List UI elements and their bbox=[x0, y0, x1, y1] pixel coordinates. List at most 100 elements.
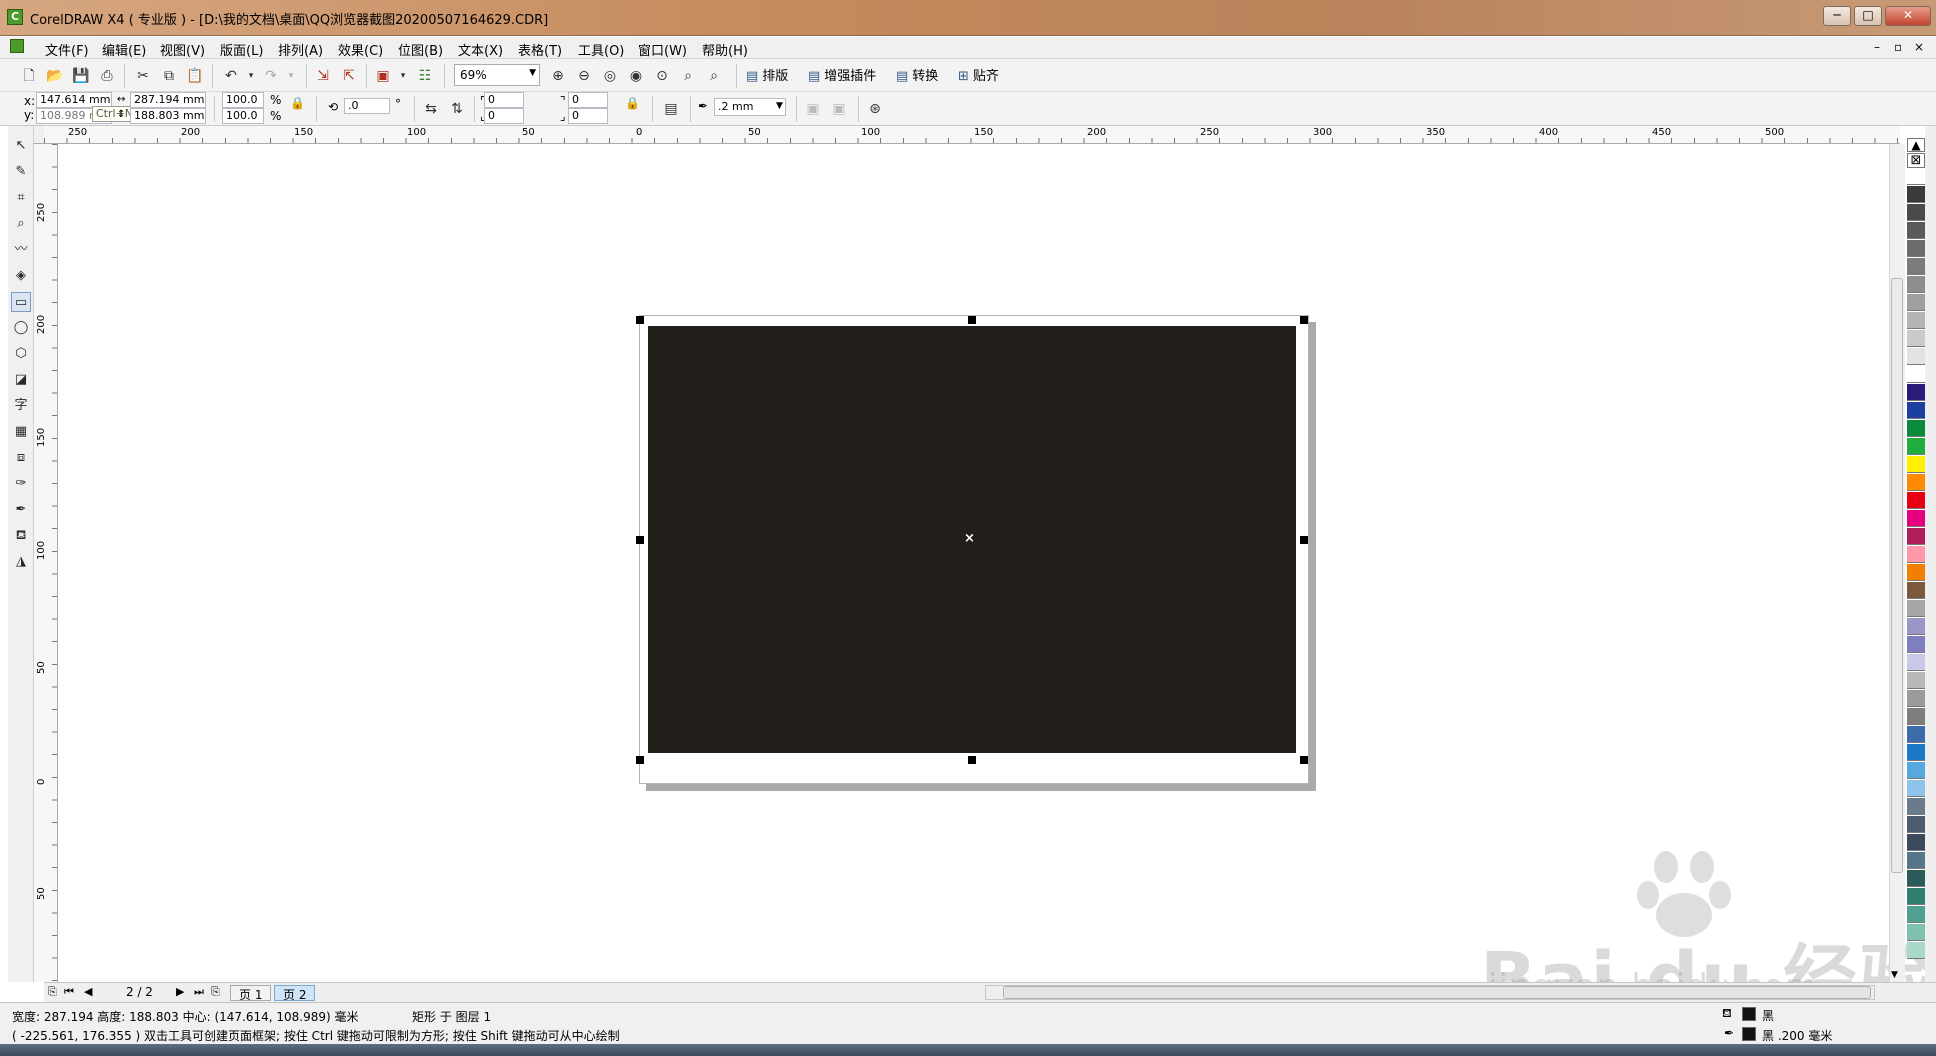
round-corners-lock-icon[interactable]: 🔒 bbox=[625, 96, 640, 110]
menu-tools[interactable]: 工具(O) bbox=[578, 40, 624, 59]
color-swatch[interactable] bbox=[1907, 600, 1925, 617]
color-swatch[interactable] bbox=[1907, 438, 1925, 455]
color-swatch[interactable] bbox=[1907, 420, 1925, 437]
color-swatch[interactable] bbox=[1907, 942, 1925, 959]
menu-file[interactable]: 文件(F) bbox=[45, 40, 89, 59]
selection-handle[interactable] bbox=[1300, 316, 1308, 324]
outline-color-chip[interactable] bbox=[1742, 1027, 1756, 1041]
coreldraw-app-icon[interactable]: C bbox=[7, 9, 23, 25]
prev-page-icon[interactable]: ◀ bbox=[84, 985, 92, 998]
color-swatch[interactable] bbox=[1907, 798, 1925, 815]
document-icon[interactable] bbox=[10, 39, 24, 53]
color-swatch[interactable] bbox=[1907, 762, 1925, 779]
color-swatch[interactable] bbox=[1907, 294, 1925, 311]
fill-color-chip[interactable] bbox=[1742, 1007, 1756, 1021]
menu-effects[interactable]: 效果(C) bbox=[338, 40, 383, 59]
selection-handle[interactable] bbox=[968, 756, 976, 764]
selection-handle[interactable] bbox=[636, 536, 644, 544]
height-field[interactable]: 188.803 mm bbox=[130, 108, 206, 124]
corner-bottom-right-field[interactable]: 0 bbox=[568, 108, 608, 124]
zoom-tool-icon[interactable]: ⌕ bbox=[11, 214, 31, 234]
rectangle-tool-icon[interactable]: ▭ bbox=[11, 292, 31, 312]
add-page-icon[interactable]: ⎘ bbox=[48, 985, 57, 999]
color-swatch[interactable] bbox=[1907, 474, 1925, 491]
add-page-after-icon[interactable]: ⎘ bbox=[211, 985, 220, 999]
selection-handle[interactable] bbox=[1300, 536, 1308, 544]
color-swatch[interactable] bbox=[1907, 366, 1925, 383]
color-swatch[interactable] bbox=[1907, 384, 1925, 401]
doc-restore-button[interactable]: ▫ bbox=[1894, 40, 1902, 54]
color-swatch[interactable] bbox=[1907, 906, 1925, 923]
selection-handle[interactable] bbox=[968, 316, 976, 324]
zoom-all-objects-icon[interactable]: ◉ bbox=[625, 65, 647, 87]
redo-dropdown-icon[interactable]: ▾ bbox=[280, 65, 302, 87]
color-swatch[interactable] bbox=[1907, 924, 1925, 941]
scale-height-field[interactable]: 100.0 bbox=[222, 108, 264, 124]
plugin-enhance-button[interactable]: ▤ 增强插件 bbox=[808, 65, 876, 84]
vertical-scroll-thumb[interactable] bbox=[1891, 278, 1903, 873]
selection-handle[interactable] bbox=[636, 316, 644, 324]
color-swatch[interactable] bbox=[1907, 618, 1925, 635]
color-swatch[interactable] bbox=[1907, 168, 1925, 185]
plugin-convert-button[interactable]: ▤ 转换 bbox=[896, 65, 938, 84]
color-swatch[interactable] bbox=[1907, 492, 1925, 509]
undo-dropdown-icon[interactable]: ▾ bbox=[240, 65, 262, 87]
undo-icon[interactable]: ↶ bbox=[220, 65, 242, 87]
table-tool-icon[interactable]: ▦ bbox=[11, 422, 31, 442]
lock-ratio-icon[interactable]: 🔒 bbox=[290, 96, 305, 110]
menu-help[interactable]: 帮助(H) bbox=[702, 40, 748, 59]
menu-layout[interactable]: 版面(L) bbox=[220, 40, 263, 59]
menu-text[interactable]: 文本(X) bbox=[458, 40, 503, 59]
zoom-in-icon[interactable]: ⊕ bbox=[547, 65, 569, 87]
crop-tool-icon[interactable]: ⌗ bbox=[11, 188, 31, 208]
export-icon[interactable]: ⇱ bbox=[338, 65, 360, 87]
mirror-horizontal-icon[interactable]: ⇆ bbox=[420, 98, 442, 120]
tab-page-1[interactable]: 页 1 bbox=[230, 985, 272, 1002]
color-swatch[interactable] bbox=[1907, 240, 1925, 257]
menu-view[interactable]: 视图(V) bbox=[160, 40, 205, 59]
zoom-page-icon[interactable]: ⊙ bbox=[651, 65, 673, 87]
new-icon[interactable]: 🗋 bbox=[18, 65, 40, 87]
color-swatch[interactable] bbox=[1907, 870, 1925, 887]
print-icon[interactable]: ⎙ bbox=[96, 65, 118, 87]
color-swatch[interactable] bbox=[1907, 726, 1925, 743]
color-swatch[interactable] bbox=[1907, 186, 1925, 203]
color-swatch[interactable] bbox=[1907, 708, 1925, 725]
ellipse-tool-icon[interactable]: ◯ bbox=[11, 318, 31, 338]
color-swatch[interactable] bbox=[1907, 276, 1925, 293]
color-swatch[interactable] bbox=[1907, 330, 1925, 347]
color-swatch[interactable] bbox=[1907, 582, 1925, 599]
color-swatch[interactable] bbox=[1907, 852, 1925, 869]
color-swatch[interactable] bbox=[1907, 816, 1925, 833]
tab-page-2[interactable]: 页 2 bbox=[274, 985, 316, 1002]
color-swatch[interactable] bbox=[1907, 312, 1925, 329]
width-field[interactable]: 287.194 mm bbox=[130, 92, 206, 108]
launcher-dropdown-icon[interactable]: ▾ bbox=[392, 65, 414, 87]
corner-top-right-field[interactable]: 0 bbox=[568, 92, 608, 108]
corner-bottom-left-field[interactable]: 0 bbox=[484, 108, 524, 124]
color-swatch[interactable] bbox=[1907, 888, 1925, 905]
zoom-width-icon[interactable]: ⌕ bbox=[677, 65, 699, 87]
color-swatch[interactable] bbox=[1907, 636, 1925, 653]
import-icon[interactable]: ⇲ bbox=[312, 65, 334, 87]
interactive-blend-tool-icon[interactable]: ⧈ bbox=[11, 448, 31, 468]
scroll-down-icon[interactable]: ▼ bbox=[1891, 970, 1898, 980]
eyedropper-tool-icon[interactable]: ✑ bbox=[11, 474, 31, 494]
save-icon[interactable]: 💾 bbox=[70, 65, 92, 87]
horizontal-ruler[interactable]: 250 200 150 100 50 0 50 100 150 200 250 … bbox=[44, 126, 1900, 144]
application-launcher-icon[interactable]: ▣ bbox=[372, 65, 394, 87]
color-swatch[interactable] bbox=[1907, 258, 1925, 275]
copy-icon[interactable]: ⧉ bbox=[158, 65, 180, 87]
selection-handle[interactable] bbox=[1300, 756, 1308, 764]
outline-tool-icon[interactable]: ✒ bbox=[11, 500, 31, 520]
plugin-snap-button[interactable]: ⊞ 贴齐 bbox=[958, 65, 999, 84]
polygon-tool-icon[interactable]: ⬡ bbox=[11, 344, 31, 364]
welcome-screen-icon[interactable]: ☷ bbox=[414, 65, 436, 87]
minimize-button[interactable]: ─ bbox=[1823, 6, 1851, 26]
color-swatch[interactable] bbox=[1907, 402, 1925, 419]
color-swatch[interactable] bbox=[1907, 348, 1925, 365]
color-swatch[interactable] bbox=[1907, 834, 1925, 851]
redo-icon[interactable]: ↷ bbox=[260, 65, 282, 87]
last-page-icon[interactable]: ⏭ bbox=[194, 985, 204, 999]
paste-icon[interactable]: 📋 bbox=[184, 65, 206, 87]
